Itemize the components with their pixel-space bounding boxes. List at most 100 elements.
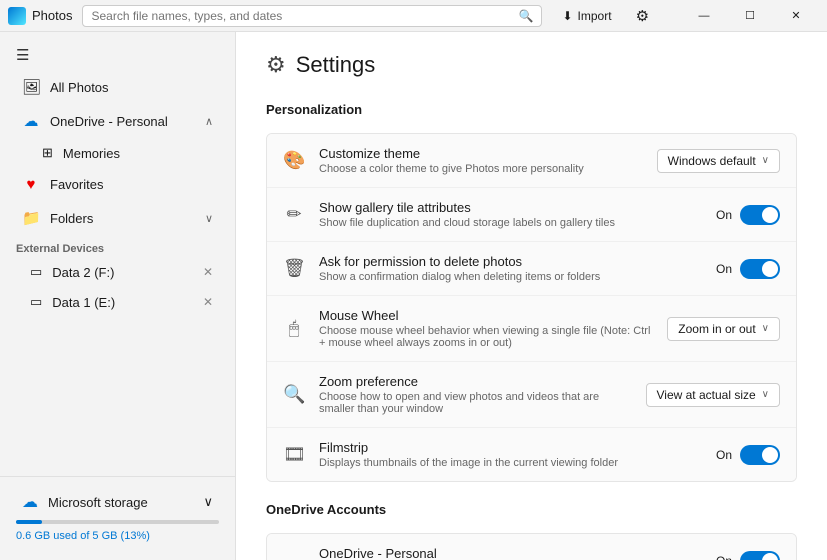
sidebar-item-data1[interactable]: ▭ Data 1 (E:) ✕	[6, 288, 229, 316]
filmstrip-toggle-label: On	[716, 448, 732, 462]
zoom-preference-dropdown-value: View at actual size	[657, 388, 756, 402]
minimize-button[interactable]: —	[681, 0, 727, 32]
ask-permission-row: 🗑 Ask for permission to delete photos Sh…	[267, 242, 796, 296]
mouse-wheel-text: Mouse Wheel Choose mouse wheel behavior …	[319, 308, 653, 349]
ask-permission-toggle-label: On	[716, 262, 732, 276]
sidebar-item-data2[interactable]: ▭ Data 2 (F:) ✕	[6, 258, 229, 286]
settings-button[interactable]: ⚙	[630, 5, 655, 27]
zoom-preference-dropdown[interactable]: View at actual size ∨	[646, 383, 781, 407]
gallery-tile-text: Show gallery tile attributes Show file d…	[319, 200, 702, 229]
settings-gear-icon: ⚙	[266, 52, 286, 78]
hamburger-menu[interactable]: ☰	[0, 40, 235, 70]
close-button[interactable]: ✕	[773, 0, 819, 32]
gallery-tile-toggle[interactable]	[740, 205, 780, 225]
theme-icon: 🎨	[283, 150, 305, 171]
ask-permission-title: Ask for permission to delete photos	[319, 254, 702, 269]
sidebar-item-folders[interactable]: 📁 Folders ∨	[6, 202, 229, 234]
settings-content: ⚙ Settings Personalization 🎨 Customize t…	[236, 32, 827, 560]
personalization-section-title: Personalization	[266, 102, 797, 121]
app-icon	[8, 7, 26, 25]
theme-control[interactable]: Windows default ∨	[657, 149, 780, 173]
onedrive-personal-title: OneDrive - Personal	[319, 546, 702, 560]
filmstrip-desc: Displays thumbnails of the image in the …	[319, 457, 702, 469]
all-photos-icon: 🖼	[22, 78, 40, 96]
onedrive-accounts-section-title: OneDrive Accounts	[266, 502, 797, 521]
import-button[interactable]: ⬇ Import	[554, 7, 619, 25]
zoom-icon: 🔍	[283, 384, 305, 405]
delete-icon: 🗑	[283, 258, 305, 279]
import-icon: ⬇	[562, 9, 572, 23]
sidebar-item-all-photos[interactable]: 🖼 All Photos	[6, 71, 229, 103]
sidebar-bottom: ☁ Microsoft storage ∨ 0.6 GB used of 5 G…	[0, 476, 235, 552]
sidebar-item-storage[interactable]: ☁ Microsoft storage ∨	[6, 486, 229, 518]
onedrive-accounts-card: ☁ OneDrive - Personal Show photos from t…	[266, 533, 797, 560]
ask-permission-control: On	[716, 259, 780, 279]
main-layout: ☰ 🖼 All Photos ☁ OneDrive - Personal ∧ ⊞…	[0, 32, 827, 560]
filmstrip-text: Filmstrip Displays thumbnails of the ima…	[319, 440, 702, 469]
device-label: Data 2 (F:)	[52, 265, 193, 280]
titlebar-actions: ⬇ Import ⚙	[554, 5, 655, 27]
filmstrip-row: 🎞 Filmstrip Displays thumbnails of the i…	[267, 428, 796, 481]
onedrive-personal-toggle-label: On	[716, 554, 732, 560]
gallery-tile-row: ✏ Show gallery tile attributes Show file…	[267, 188, 796, 242]
sidebar-item-label: All Photos	[50, 80, 213, 95]
maximize-button[interactable]: ☐	[727, 0, 773, 32]
search-icon: 🔍	[519, 9, 534, 23]
theme-dropdown[interactable]: Windows default ∨	[657, 149, 780, 173]
settings-title: Settings	[296, 52, 376, 78]
sidebar-item-memories[interactable]: ⊞ Memories	[6, 139, 229, 167]
zoom-preference-text: Zoom preference Choose how to open and v…	[319, 374, 632, 415]
onedrive-icon: ☁	[22, 112, 40, 130]
ask-permission-text: Ask for permission to delete photos Show…	[319, 254, 702, 283]
mouse-wheel-row: 🖱 Mouse Wheel Choose mouse wheel behavio…	[267, 296, 796, 362]
customize-theme-row: 🎨 Customize theme Choose a color theme t…	[267, 134, 796, 188]
app-logo: Photos	[8, 7, 72, 25]
chevron-down-icon: ∨	[205, 212, 213, 225]
gallery-tile-desc: Show file duplication and cloud storage …	[319, 217, 702, 229]
zoom-preference-row: 🔍 Zoom preference Choose how to open and…	[267, 362, 796, 428]
search-bar[interactable]: 🔍	[82, 5, 542, 27]
mouse-wheel-desc: Choose mouse wheel behavior when viewing…	[319, 325, 653, 349]
search-input[interactable]	[91, 9, 512, 23]
storage-chevron-icon: ∨	[203, 494, 213, 510]
mouse-wheel-dropdown[interactable]: Zoom in or out ∨	[667, 317, 780, 341]
folders-icon: 📁	[22, 209, 40, 227]
favorites-icon: ♥	[22, 176, 40, 193]
device-icon: ▭	[30, 294, 42, 310]
customize-theme-text: Customize theme Choose a color theme to …	[319, 146, 643, 175]
onedrive-personal-toggle[interactable]	[740, 551, 780, 560]
zoom-preference-control[interactable]: View at actual size ∨	[646, 383, 781, 407]
ask-permission-toggle[interactable]	[740, 259, 780, 279]
onedrive-personal-row: ☁ OneDrive - Personal Show photos from t…	[267, 534, 796, 560]
titlebar: Photos 🔍 ⬇ Import ⚙ — ☐ ✕	[0, 0, 827, 32]
zoom-preference-title: Zoom preference	[319, 374, 632, 389]
chevron-up-icon: ∧	[205, 115, 213, 128]
remove-device-icon[interactable]: ✕	[203, 295, 213, 309]
sidebar-item-label: OneDrive - Personal	[50, 114, 195, 129]
sidebar: ☰ 🖼 All Photos ☁ OneDrive - Personal ∧ ⊞…	[0, 32, 236, 560]
sidebar-item-onedrive[interactable]: ☁ OneDrive - Personal ∧	[6, 105, 229, 137]
filmstrip-icon: 🎞	[283, 444, 305, 465]
customize-theme-desc: Choose a color theme to give Photos more…	[319, 163, 643, 175]
onedrive-personal-text: OneDrive - Personal Show photos from thi…	[319, 546, 702, 560]
zoom-preference-desc: Choose how to open and view photos and v…	[319, 391, 632, 415]
storage-cloud-icon: ☁	[22, 492, 38, 512]
filmstrip-toggle[interactable]	[740, 445, 780, 465]
gallery-tile-title: Show gallery tile attributes	[319, 200, 702, 215]
gallery-tile-toggle-label: On	[716, 208, 732, 222]
mouse-wheel-control[interactable]: Zoom in or out ∨	[667, 317, 780, 341]
remove-device-icon[interactable]: ✕	[203, 265, 213, 279]
mouse-wheel-title: Mouse Wheel	[319, 308, 653, 323]
storage-label: Microsoft storage	[48, 495, 193, 510]
sidebar-item-label: Memories	[63, 146, 120, 161]
onedrive-personal-control: On	[716, 551, 780, 560]
storage-bar-container	[16, 520, 219, 524]
window-controls: — ☐ ✕	[681, 0, 819, 32]
filmstrip-title: Filmstrip	[319, 440, 702, 455]
ask-permission-desc: Show a confirmation dialog when deleting…	[319, 271, 702, 283]
storage-bar-bg	[16, 520, 219, 524]
personalization-card: 🎨 Customize theme Choose a color theme t…	[266, 133, 797, 482]
sidebar-item-favorites[interactable]: ♥ Favorites	[6, 169, 229, 200]
settings-header: ⚙ Settings	[266, 52, 797, 78]
zoom-preference-dropdown-chevron: ∨	[762, 389, 769, 400]
